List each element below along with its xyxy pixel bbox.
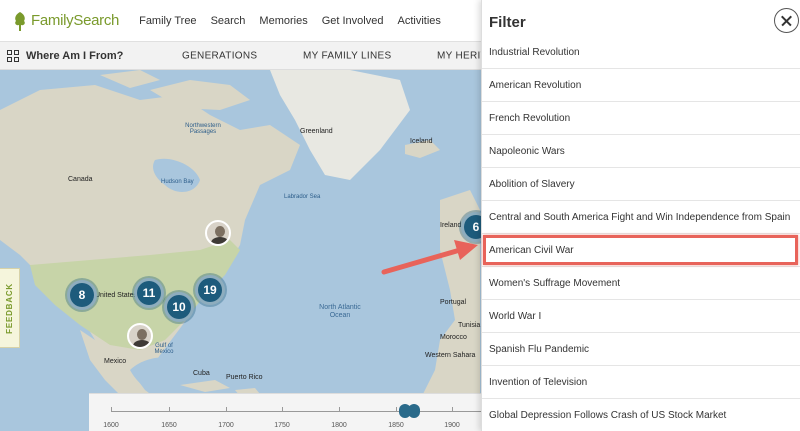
cluster-marker[interactable]: 8: [67, 280, 97, 310]
feedback-label: FEEDBACK: [5, 282, 14, 334]
familysearch-logo[interactable]: FamilySearch: [12, 10, 119, 32]
label-ireland: Ireland: [440, 222, 462, 229]
filter-item[interactable]: Spanish Flu Pandemic: [482, 333, 800, 366]
label-western-sahara: Western Sahara: [425, 352, 476, 359]
filter-item[interactable]: Napoleonic Wars: [482, 135, 800, 168]
highlight-box: [483, 235, 798, 265]
label-canada: Canada: [68, 176, 93, 183]
timeline-tick-label: 1900: [444, 422, 460, 429]
pointer-arrow-icon: [381, 240, 478, 275]
ancestor-portrait[interactable]: [205, 220, 231, 246]
label-gulf-of-mexico: Gulf of Mexico: [154, 343, 174, 355]
feedback-tab[interactable]: FEEDBACK: [0, 268, 20, 348]
label-greenland: Greenland: [300, 128, 333, 135]
cluster-marker[interactable]: 10: [164, 292, 194, 322]
tab-my-family-lines[interactable]: MY FAMILY LINES: [303, 50, 391, 61]
filter-item[interactable]: Central and South America Fight and Win …: [482, 201, 800, 234]
label-northwestern-passages: Northwestern Passages: [185, 123, 221, 135]
nav-memories[interactable]: Memories: [259, 15, 307, 27]
filter-item[interactable]: Industrial Revolution: [482, 36, 800, 69]
filter-item[interactable]: American Revolution: [482, 69, 800, 102]
timeline-handle-end[interactable]: [408, 404, 420, 418]
page-title: Where Am I From?: [26, 49, 124, 62]
filter-list: Industrial Revolution American Revolutio…: [482, 36, 800, 431]
filter-item[interactable]: Abolition of Slavery: [482, 168, 800, 201]
label-iceland: Iceland: [410, 138, 433, 145]
timeline-tick-label: 1850: [388, 422, 404, 429]
timeline-tick: [396, 407, 397, 412]
timeline-track[interactable]: [111, 411, 481, 412]
tab-generations[interactable]: GENERATIONS: [182, 50, 257, 61]
filter-item[interactable]: Invention of Television: [482, 366, 800, 399]
tree-icon: [15, 11, 25, 31]
filter-item[interactable]: Global Depression Follows Crash of US St…: [482, 399, 800, 431]
ancestor-portrait[interactable]: [127, 323, 153, 349]
timeline-tick-label: 1600: [103, 422, 119, 429]
apps-grid-icon[interactable]: [7, 49, 19, 62]
filter-item[interactable]: Women's Suffrage Movement: [482, 267, 800, 300]
cluster-marker[interactable]: 19: [195, 275, 225, 305]
label-north-atlantic-ocean: North Atlantic Ocean: [319, 304, 361, 319]
nav-search[interactable]: Search: [211, 15, 246, 27]
timeline-tick: [111, 407, 112, 412]
timeline-tick: [169, 407, 170, 412]
timeline-tick-label: 1750: [274, 422, 290, 429]
close-button[interactable]: [774, 8, 799, 33]
timeline-tick-label: 1800: [331, 422, 347, 429]
timeline-slider[interactable]: 1600 1650 1700 1750 1800 1850 1900: [89, 393, 481, 431]
label-united-states: United States: [95, 292, 138, 299]
timeline-tick: [226, 407, 227, 412]
nav-family-tree[interactable]: Family Tree: [139, 15, 196, 27]
timeline-tick: [282, 407, 283, 412]
label-hudson-bay: Hudson Bay: [161, 179, 194, 185]
label-tunisia: Tunisia: [458, 322, 481, 329]
timeline-tick: [452, 407, 453, 412]
label-morocco: Morocco: [440, 334, 467, 341]
nav-activities[interactable]: Activities: [397, 15, 440, 27]
filter-title: Filter: [489, 14, 526, 31]
nav-get-involved[interactable]: Get Involved: [322, 15, 384, 27]
filter-panel: Filter Industrial Revolution American Re…: [481, 0, 800, 431]
timeline-tick-label: 1700: [218, 422, 234, 429]
label-portugal: Portugal: [440, 299, 467, 306]
label-puerto-rico: Puerto Rico: [226, 374, 263, 381]
timeline-tick: [339, 407, 340, 412]
timeline-tick-label: 1650: [161, 422, 177, 429]
logo-text: FamilySearch: [31, 12, 120, 29]
filter-item[interactable]: World War I: [482, 300, 800, 333]
label-labrador-sea: Labrador Sea: [284, 194, 321, 200]
label-mexico: Mexico: [104, 358, 127, 365]
filter-item[interactable]: French Revolution: [482, 102, 800, 135]
label-cuba: Cuba: [193, 370, 210, 377]
cluster-marker[interactable]: 11: [134, 278, 164, 308]
